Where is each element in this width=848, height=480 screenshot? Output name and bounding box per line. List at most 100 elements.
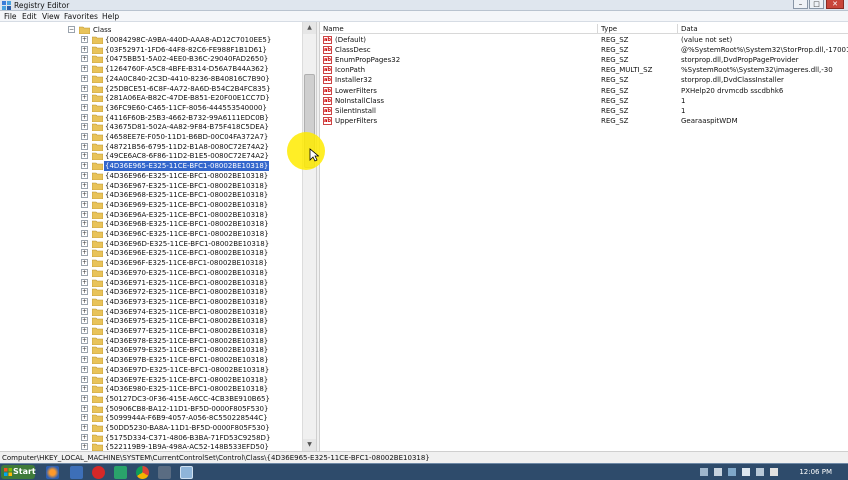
tree-item[interactable]: + {4D36E980-E325-11CE-BFC1-08002BE10318} — [0, 384, 302, 394]
expand-icon[interactable]: + — [81, 249, 88, 257]
expand-icon[interactable]: + — [81, 394, 88, 402]
opera-icon[interactable] — [92, 466, 105, 479]
scroll-up-arrow-icon[interactable]: ▲ — [303, 22, 316, 34]
tree-item[interactable]: + {4D36E973-E325-11CE-BFC1-08002BE10318} — [0, 297, 302, 307]
tree-item[interactable]: + {4D36E975-E325-11CE-BFC1-08002BE10318} — [0, 316, 302, 326]
menu-file[interactable]: File — [4, 12, 17, 21]
expand-icon[interactable]: + — [81, 239, 88, 247]
expand-icon[interactable]: + — [81, 356, 88, 364]
values-pane[interactable]: Name Type Data ab (Default) REG_SZ (value n… — [320, 22, 848, 451]
value-row[interactable]: ab LowerFilters REG_SZ PXHelp20 drvmcdb ssc… — [320, 86, 848, 96]
terminal-icon[interactable] — [158, 466, 171, 479]
tree-item[interactable]: + {522119B9-1B9A-498A-AC52-148B533EFD50} — [0, 442, 302, 451]
tree-item[interactable]: + {4D36E96E-E325-11CE-BFC1-08002BE10318} — [0, 248, 302, 258]
tree-item[interactable]: + {5099944A-F6B9-4057-A056-8C550228544C} — [0, 413, 302, 423]
expand-icon[interactable]: + — [81, 307, 88, 315]
value-row[interactable]: ab NoInstallClass REG_SZ 1 — [320, 96, 848, 106]
tree-item[interactable]: + {50127DC3-0F36-415E-A6CC-4CB3BE910B65} — [0, 394, 302, 404]
expand-icon[interactable]: + — [81, 152, 88, 160]
tree-item[interactable]: + {4D36E96A-E325-11CE-BFC1-08002BE10318} — [0, 210, 302, 220]
value-row[interactable]: ab EnumPropPages32 REG_SZ storprop.dll,DvdP… — [320, 55, 848, 65]
tree-item[interactable]: + {4D36E972-E325-11CE-BFC1-08002BE10318} — [0, 287, 302, 297]
tree-item[interactable]: + {49CE6AC8-6F86-11D2-B1E5-0080C72E74A2} — [0, 151, 302, 161]
tree-item[interactable]: + {4658EE7E-F050-11D1-B6BD-00C04FA372A7} — [0, 132, 302, 142]
menu-help[interactable]: Help — [102, 12, 119, 21]
expand-icon[interactable]: + — [81, 346, 88, 354]
expand-icon[interactable]: + — [81, 375, 88, 383]
tree-item[interactable]: + {48721B56-6795-11D2-B1A8-0080C72E74A2} — [0, 142, 302, 152]
expand-icon[interactable]: + — [81, 84, 88, 92]
column-header-data[interactable]: Data — [678, 24, 848, 34]
expand-icon[interactable]: + — [81, 424, 88, 431]
minimize-button[interactable]: – — [793, 0, 808, 9]
tree-item[interactable]: + {281A06EA-B82C-47DE-B851-E20F00E1CC7D} — [0, 93, 302, 103]
expand-icon[interactable]: + — [81, 210, 88, 218]
tree-item[interactable]: + {4D36E97B-E325-11CE-BFC1-08002BE10318} — [0, 355, 302, 365]
maximize-button[interactable]: □ — [809, 0, 824, 9]
tree-item[interactable]: + {4D36E977-E325-11CE-BFC1-08002BE10318} — [0, 326, 302, 336]
tree-item[interactable]: + {4D36E96F-E325-11CE-BFC1-08002BE10318} — [0, 258, 302, 268]
expand-icon[interactable]: + — [81, 142, 88, 150]
expand-icon[interactable]: + — [81, 65, 88, 73]
value-row[interactable]: ab (Default) REG_SZ (value not set) — [320, 35, 848, 45]
scroll-down-arrow-icon[interactable]: ▼ — [303, 439, 316, 451]
taskbar-clock[interactable]: 12:06 PM — [799, 467, 832, 477]
tree-item[interactable]: + {4D36E971-E325-11CE-BFC1-08002BE10318} — [0, 278, 302, 288]
collapse-icon[interactable]: − — [68, 26, 75, 33]
tree-item[interactable]: + {4D36E97D-E325-11CE-BFC1-08002BE10318} — [0, 365, 302, 375]
tree-item[interactable]: + {4D36E965-E325-11CE-BFC1-08002BE10318} — [0, 161, 302, 172]
value-row[interactable]: ab Installer32 REG_SZ storprop.dll,DvdClass… — [320, 75, 848, 85]
tree-item[interactable]: + {4D36E97E-E325-11CE-BFC1-08002BE10318} — [0, 375, 302, 385]
tree-item[interactable]: + {50906CB8-BA12-11D1-BF5D-0000F805F530} — [0, 404, 302, 414]
key-tree-pane[interactable]: − Class + {0084298C-A9BA-440D-AAA8-AD12C7… — [0, 22, 316, 451]
menu-view[interactable]: View — [42, 12, 60, 21]
expand-icon[interactable]: + — [81, 336, 88, 344]
media-icon[interactable] — [114, 466, 127, 479]
value-row[interactable]: ab SilentInstall REG_SZ 1 — [320, 106, 848, 116]
tree-item[interactable]: + {4D36E96D-E325-11CE-BFC1-08002BE10318} — [0, 239, 302, 249]
expand-icon[interactable]: + — [81, 404, 88, 412]
expand-icon[interactable]: + — [81, 113, 88, 121]
expand-icon[interactable]: + — [81, 162, 88, 170]
tree-item[interactable]: + {4D36E978-E325-11CE-BFC1-08002BE10318} — [0, 336, 302, 346]
tree-scrollbar[interactable]: ▲ ▼ — [302, 22, 316, 451]
expand-icon[interactable]: + — [81, 94, 88, 102]
expand-icon[interactable]: + — [81, 259, 88, 267]
tree-item[interactable]: + {4D36E96C-E325-11CE-BFC1-08002BE10318} — [0, 229, 302, 239]
menu-edit[interactable]: Edit — [22, 12, 37, 21]
tray-battery-icon[interactable] — [770, 468, 778, 476]
column-header-name[interactable]: Name — [320, 24, 598, 34]
expand-icon[interactable]: + — [81, 36, 88, 43]
tree-item[interactable]: + {4D36E974-E325-11CE-BFC1-08002BE10318} — [0, 307, 302, 317]
tree-item[interactable]: + {0084298C-A9BA-440D-AAA8-AD12C7010EE5} — [0, 35, 302, 45]
expand-icon[interactable]: + — [81, 268, 88, 276]
tree-item[interactable]: + {4D36E969-E325-11CE-BFC1-08002BE10318} — [0, 200, 302, 210]
expand-icon[interactable]: + — [81, 191, 88, 199]
expand-icon[interactable]: + — [81, 288, 88, 296]
tree-item[interactable]: + {5175D334-C371-4806-B3BA-71FD53C9258D} — [0, 433, 302, 443]
tray-monitor-icon[interactable] — [728, 468, 736, 476]
tree-item[interactable]: + {4D36E979-E325-11CE-BFC1-08002BE10318} — [0, 345, 302, 355]
tree-item[interactable]: + {03F52971-1FD6-44F8-82C6-FE988F1B1D61} — [0, 45, 302, 55]
expand-icon[interactable]: + — [81, 414, 88, 422]
value-row[interactable]: ab UpperFilters REG_SZ GearaaspitWDM — [320, 116, 848, 126]
firefox-icon[interactable] — [46, 466, 59, 479]
expand-icon[interactable]: + — [81, 297, 88, 305]
expand-icon[interactable]: + — [81, 327, 88, 334]
expand-icon[interactable]: + — [81, 45, 88, 53]
expand-icon[interactable]: + — [81, 433, 88, 441]
tray-app-icon[interactable] — [714, 468, 722, 476]
expand-icon[interactable]: + — [81, 443, 88, 451]
expand-icon[interactable]: + — [81, 385, 88, 393]
expand-icon[interactable]: + — [81, 123, 88, 131]
explorer-icon[interactable] — [70, 466, 83, 479]
expand-icon[interactable]: + — [81, 365, 88, 373]
tree-item[interactable]: + {4116F60B-25B3-4662-B732-99A6111EDC0B} — [0, 113, 302, 123]
value-row[interactable]: ab IconPath REG_MULTI_SZ %SystemRoot%\Syste… — [320, 65, 848, 75]
tree-item[interactable]: + {24A0C840-2C3D-4410-8236-8B40816C7B90} — [0, 74, 302, 84]
value-row[interactable]: ab ClassDesc REG_SZ @%SystemRoot%\System32\… — [320, 45, 848, 55]
tree-item[interactable]: + {43675D81-502A-4A82-9F84-B75F418C5DEA} — [0, 122, 302, 132]
expand-icon[interactable]: + — [81, 317, 88, 325]
expand-icon[interactable]: + — [81, 133, 88, 140]
expand-icon[interactable]: + — [81, 220, 88, 228]
